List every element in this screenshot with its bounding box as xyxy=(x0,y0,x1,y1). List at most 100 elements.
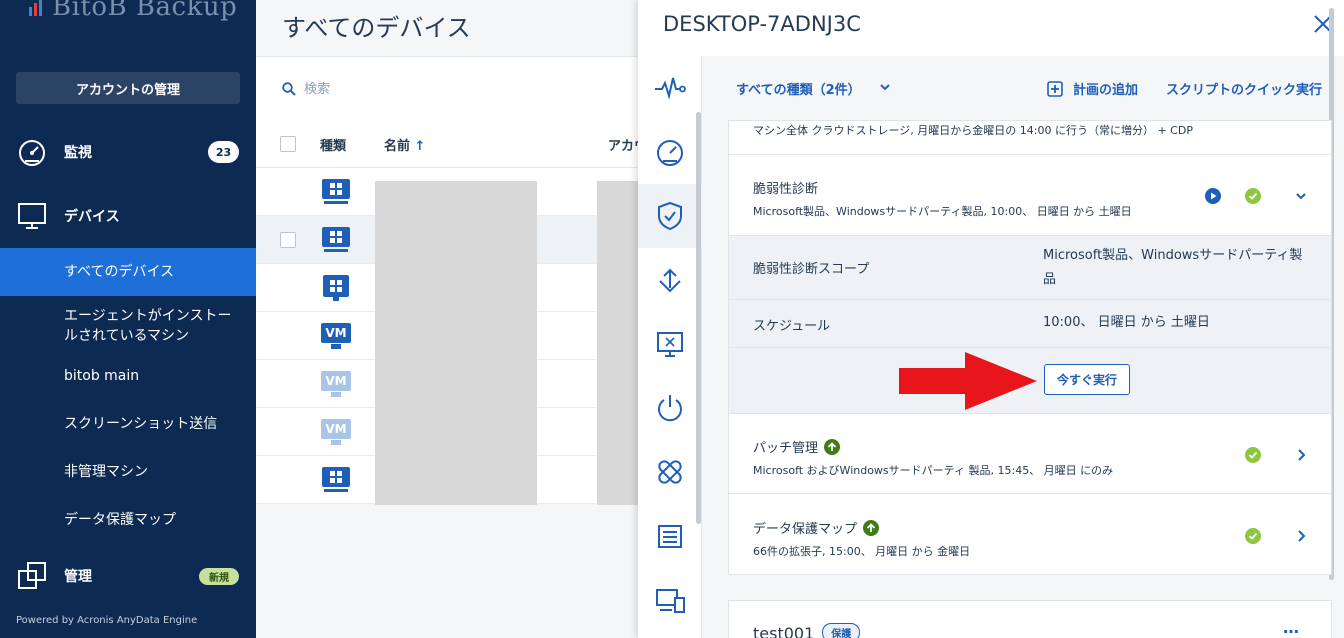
rail-patch[interactable] xyxy=(638,440,702,504)
nav-data-protection-map[interactable]: データ保護マップ xyxy=(0,500,256,540)
shield-check-icon xyxy=(658,201,682,231)
vulnerability-scope-row: 脆弱性診断スコープ Microsoft製品、Windowsサードパーティ製品 xyxy=(729,235,1331,299)
windows-machine-icon xyxy=(322,227,350,252)
nav-management[interactable]: 管理 新規 xyxy=(0,552,256,600)
patch-plan-summary: Microsoft およびWindowsサードパーティ 製品, 15:45、 月… xyxy=(753,464,1114,477)
powered-by-text: Powered by Acronis AnyData Engine xyxy=(16,615,198,626)
monitor-icon xyxy=(18,203,46,229)
nav-management-label: 管理 xyxy=(64,569,92,585)
play-icon[interactable] xyxy=(1205,188,1221,204)
select-all-checkbox[interactable] xyxy=(280,136,296,152)
scope-label: 脆弱性診断スコープ xyxy=(753,262,870,277)
account-management-button[interactable]: アカウントの管理 xyxy=(16,72,240,104)
nav-screenshot-send[interactable]: スクリーンショット送信 xyxy=(0,404,256,444)
status-ok-icon xyxy=(1245,188,1261,204)
nav-devices[interactable]: デバイス xyxy=(0,192,256,240)
data-protection-map-plan-row[interactable]: データ保護マップ 66件の拡張子, 15:00、 月曜日 から 金曜日 xyxy=(729,493,1331,575)
nav-monitoring[interactable]: 監視 23 xyxy=(0,128,256,176)
search-input[interactable] xyxy=(304,79,504,99)
alert-count-badge: 23 xyxy=(208,141,239,163)
filter-bar: すべての種類（2件） 計画の追加 スクリプトのクイック実行 xyxy=(702,56,1344,120)
column-name[interactable]: 名前 ↑ xyxy=(384,135,425,154)
more-options-icon[interactable]: … xyxy=(1283,618,1299,637)
sort-ascending-icon: ↑ xyxy=(414,139,426,154)
chevron-right-icon[interactable] xyxy=(1295,448,1307,462)
speedometer-icon xyxy=(657,140,683,166)
chevron-down-icon[interactable] xyxy=(879,81,891,93)
plus-square-icon xyxy=(1047,80,1063,97)
vm-icon: VM xyxy=(321,419,351,445)
windows-machine-icon xyxy=(322,467,350,492)
device-name: test001 xyxy=(753,624,815,638)
table-header: 種類 名前 ↑ アカウ xyxy=(256,120,647,168)
schedule-value: 10:00、 日曜日 から 土曜日 xyxy=(1043,315,1210,330)
add-plan-label: 計画の追加 xyxy=(1073,83,1139,98)
nav-devices-label: デバイス xyxy=(64,209,120,225)
rail-devices[interactable] xyxy=(638,568,702,632)
search-icon xyxy=(282,82,296,96)
document-icon xyxy=(658,525,682,548)
power-icon xyxy=(658,395,682,422)
activity-icon xyxy=(655,77,686,100)
vulnerability-plan-summary: Microsoft製品、Windowsサードパーティ製品, 10:00、 日曜日… xyxy=(753,205,1132,218)
vm-icon: VM xyxy=(321,371,351,397)
panel-icon-rail xyxy=(638,56,702,638)
rail-protection[interactable] xyxy=(638,184,702,248)
new-badge: 新規 xyxy=(199,567,239,585)
device-card-test001[interactable]: test001 保護 … xyxy=(728,600,1332,638)
plans-card: マシン全体 クラウドストレージ, 月曜日から金曜日の 14:00 に行う（常に増… xyxy=(728,120,1332,575)
nav-agent-machines[interactable]: エージェントがインストールされているマシン xyxy=(0,300,256,352)
rail-activity[interactable] xyxy=(638,56,702,120)
rail-remote-desktop[interactable] xyxy=(638,312,702,376)
vulnerability-plan-title: 脆弱性診断 xyxy=(753,182,819,197)
nav-bitob-main[interactable]: bitob main xyxy=(0,356,256,396)
dpmap-plan-summary: 66件の拡張子, 15:00、 月曜日 から 金曜日 xyxy=(753,545,971,558)
protection-tag: 保護 xyxy=(822,623,861,638)
column-name-label: 名前 xyxy=(384,139,411,154)
quick-script-run-button[interactable]: スクリプトのクイック実行 xyxy=(1166,79,1322,98)
patch-plan-row[interactable]: パッチ管理 Microsoft およびWindowsサードパーティ 製品, 15… xyxy=(729,413,1331,493)
chevron-right-icon[interactable] xyxy=(1295,529,1307,543)
vm-icon: VM xyxy=(321,323,351,349)
annotation-arrow-icon xyxy=(899,352,1037,410)
redacted-accounts xyxy=(597,181,638,505)
logo-text: BitoB Backup xyxy=(52,0,238,22)
device-list-pane: すべてのデバイス 種類 名前 ↑ アカウ VM VM VM xyxy=(256,0,647,638)
list-toolbar xyxy=(256,56,638,120)
sidebar: BitoB Backup アカウントの管理 監視 23 デバイス すべてのデバイ… xyxy=(0,0,256,638)
status-ok-icon xyxy=(1245,447,1261,463)
logo-bars-icon xyxy=(29,0,42,16)
run-now-button[interactable]: 今すぐ実行 xyxy=(1044,364,1130,395)
patch-icon xyxy=(658,460,682,484)
app-logo: BitoB Backup xyxy=(28,0,237,22)
nav-monitoring-label: 監視 xyxy=(64,145,92,161)
windows-machine-icon xyxy=(322,179,350,204)
status-ok-icon xyxy=(1245,528,1261,544)
chevron-down-icon[interactable] xyxy=(1295,189,1307,203)
remote-desktop-icon xyxy=(657,332,683,357)
rail-recovery[interactable] xyxy=(638,248,702,312)
nav-all-devices[interactable]: すべてのデバイス xyxy=(0,248,256,296)
speedometer-icon xyxy=(19,140,45,166)
backup-plan-row[interactable]: マシン全体 クラウドストレージ, 月曜日から金曜日の 14:00 に行う（常に増… xyxy=(729,121,1331,155)
rail-documents[interactable] xyxy=(638,504,702,568)
windows-machine-icon xyxy=(323,275,349,301)
device-card-title: test001 保護 xyxy=(753,623,861,638)
row-checkbox[interactable] xyxy=(280,232,296,248)
device-title: DESKTOP-7ADNJ3C xyxy=(663,12,861,36)
devices-icon xyxy=(656,589,685,613)
update-available-icon xyxy=(824,439,841,455)
patch-plan-title-wrap: パッチ管理 xyxy=(753,437,841,456)
vulnerability-plan-row[interactable]: 脆弱性診断 Microsoft製品、Windowsサードパーティ製品, 10:0… xyxy=(729,155,1331,235)
rail-power[interactable] xyxy=(638,376,702,440)
recovery-arrows-icon xyxy=(659,268,681,293)
patch-plan-title: パッチ管理 xyxy=(753,441,819,456)
add-plan-button[interactable]: 計画の追加 xyxy=(1047,79,1138,98)
rail-monitoring[interactable] xyxy=(638,120,702,184)
page-title: すべてのデバイス xyxy=(282,14,471,42)
nav-unmanaged-machines[interactable]: 非管理マシン xyxy=(0,452,256,492)
dpmap-plan-title-wrap: データ保護マップ xyxy=(753,518,880,537)
rail-scrollbar[interactable] xyxy=(696,112,701,524)
plan-type-filter[interactable]: すべての種類（2件） xyxy=(736,79,861,98)
column-type[interactable]: 種類 xyxy=(320,135,346,154)
